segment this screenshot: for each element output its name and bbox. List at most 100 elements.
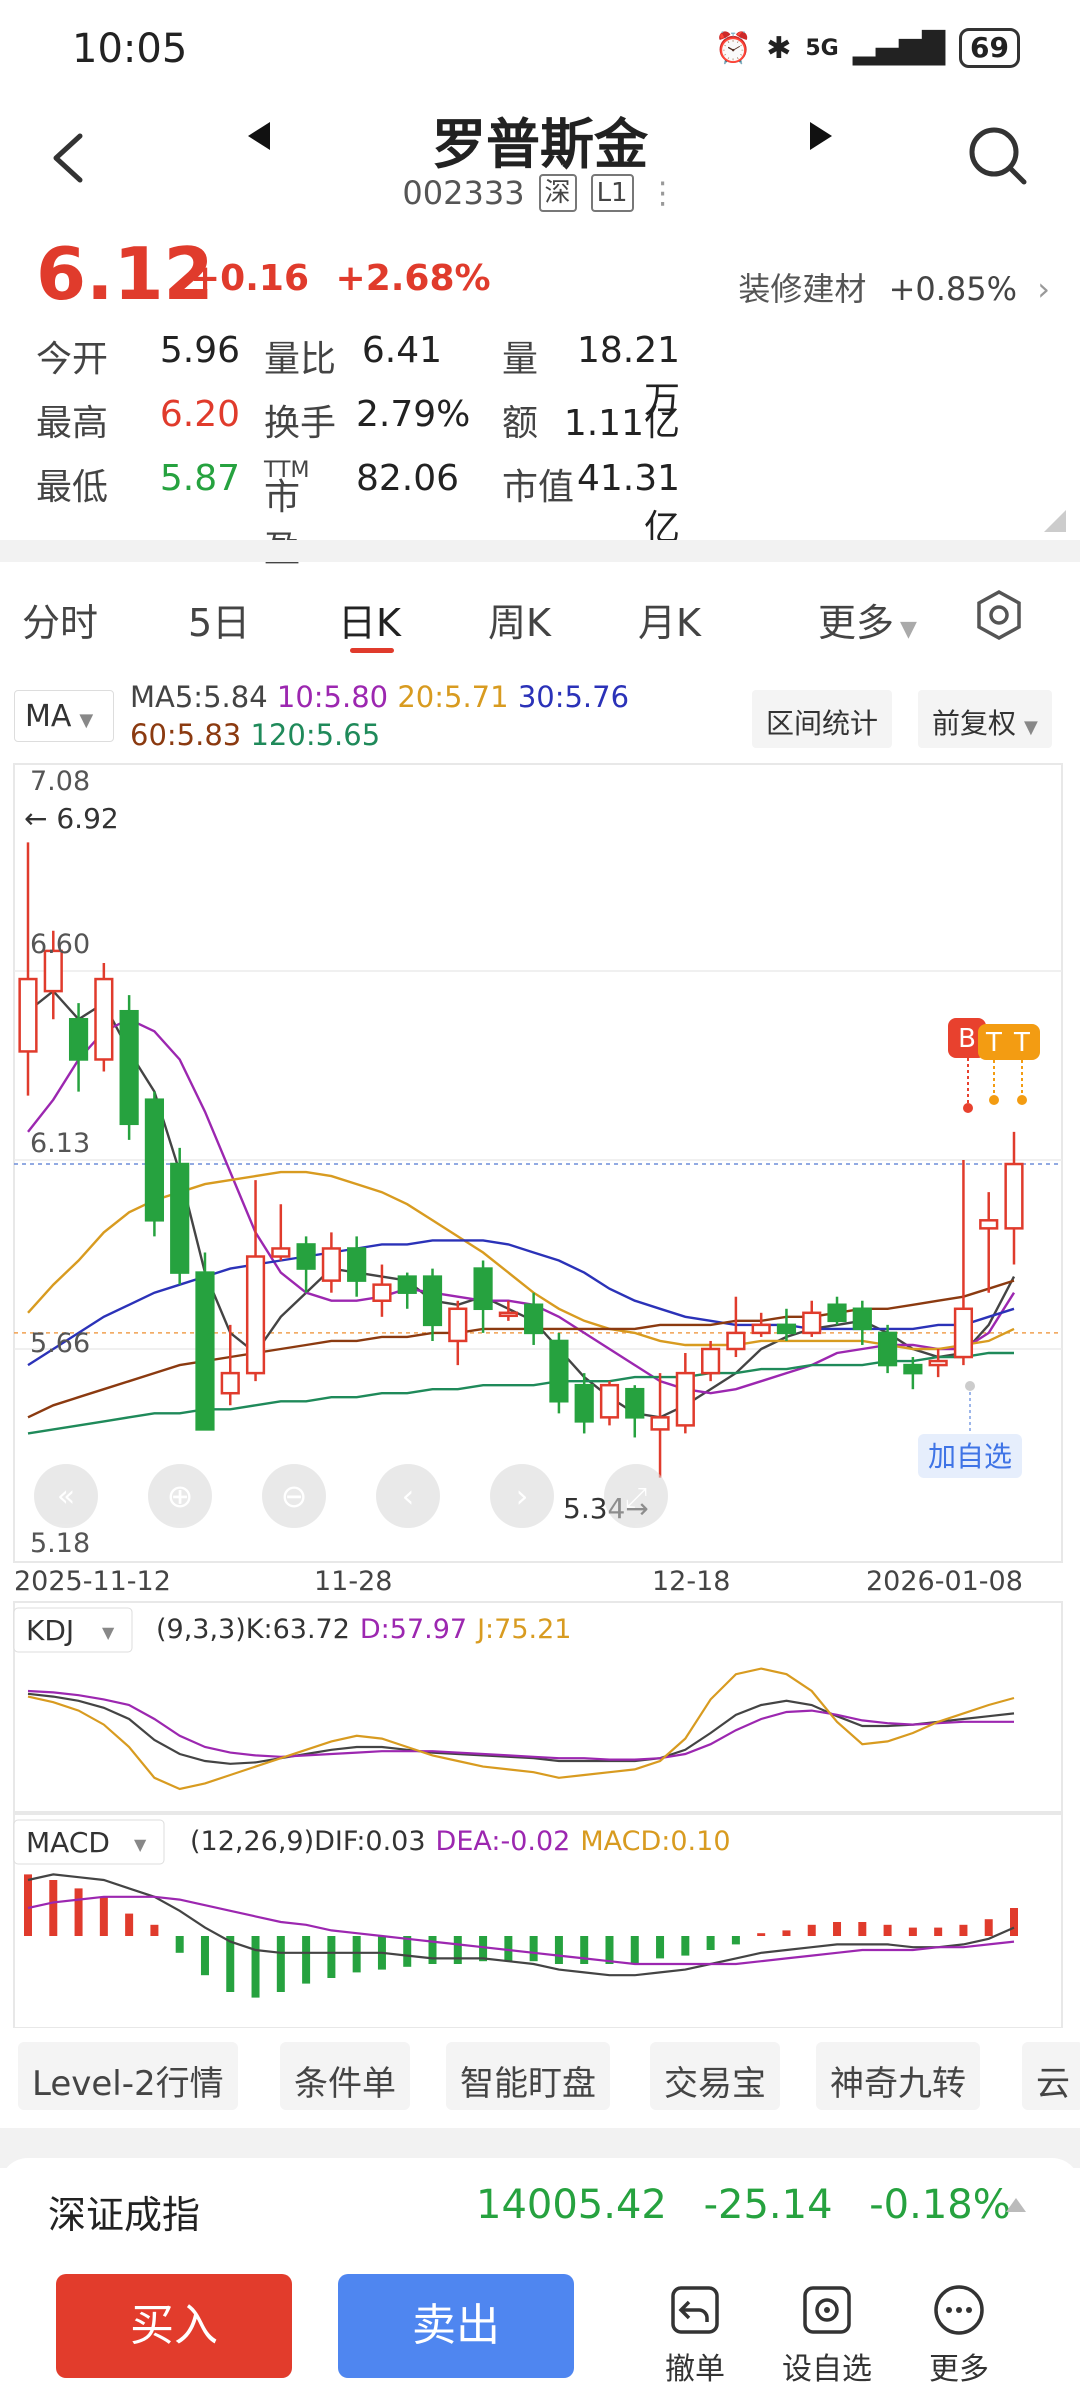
more-dots-icon[interactable]: ⋮ bbox=[648, 176, 678, 211]
candle bbox=[18, 842, 38, 1096]
sector-name: 装修建材 bbox=[738, 270, 867, 308]
y-tick-label: 7.08 bbox=[30, 766, 90, 797]
macd-bar bbox=[782, 1930, 791, 1936]
chip-conditional-order[interactable]: 条件单 bbox=[280, 2042, 410, 2110]
price-change: +0.16 +2.68% bbox=[190, 258, 491, 299]
open-value: 5.96 bbox=[159, 330, 240, 371]
tab-more[interactable]: 更多 ▼ bbox=[818, 592, 917, 647]
chip-trade-treasure[interactable]: 交易宝 bbox=[650, 2042, 780, 2110]
change-percent: +2.68% bbox=[335, 258, 491, 299]
tab-daily-k[interactable]: 日K bbox=[338, 592, 401, 647]
kdj-lines bbox=[27, 1667, 1015, 1791]
double-chevron-left-icon: « bbox=[57, 1479, 75, 1514]
chevron-right-icon: › bbox=[1037, 270, 1050, 308]
high-marker: ← 6.92 bbox=[24, 802, 119, 835]
kline-chart[interactable]: 7.08 6.60 6.13 5.66 5.18 ← 6.92 5.34→ « … bbox=[0, 758, 1080, 2028]
macd-bar bbox=[200, 1936, 209, 1976]
ma-select[interactable]: MA ▼ bbox=[14, 690, 114, 742]
next-stock-button[interactable] bbox=[800, 116, 840, 156]
pe-label: 市盈TTM bbox=[264, 458, 309, 570]
y-tick-label: 5.18 bbox=[30, 1528, 90, 1559]
stock-sub-info: 002333 深 L1 ⋮ bbox=[0, 174, 1080, 212]
network-label: 5G bbox=[805, 35, 839, 61]
macd-bar bbox=[833, 1922, 842, 1936]
index-ticker[interactable]: 深证成指 14005.42 -25.14 -0.18% bbox=[0, 2158, 1080, 2258]
open-label: 今开 bbox=[36, 339, 109, 380]
search-icon[interactable] bbox=[964, 122, 1030, 188]
adjust-button[interactable]: 前复权 ▼ bbox=[918, 690, 1052, 748]
chip-level2[interactable]: Level-2行情 bbox=[18, 2042, 238, 2110]
high-value: 6.20 bbox=[159, 394, 240, 435]
candle bbox=[448, 1300, 468, 1366]
ma-values-line2: 60:5.83 120:5.65 bbox=[130, 718, 380, 752]
cancel-order-button[interactable]: 撤单 bbox=[640, 2282, 750, 2388]
candle-body bbox=[524, 1303, 544, 1335]
macd-bar bbox=[276, 1936, 285, 1992]
set-watch-label: 设自选 bbox=[782, 2352, 872, 2387]
quote-grid: 今开 5.96 量比 6.41 量 18.21万 最高 6.20 换手 2.79… bbox=[36, 320, 1046, 570]
alarm-icon: ⏰ bbox=[714, 30, 753, 66]
chart-header: MA ▼ MA5:5.84 10:5.80 20:5.71 30:5.76 60:… bbox=[0, 676, 1080, 758]
turnover-value: 2.79% bbox=[356, 394, 471, 435]
sector-link[interactable]: 装修建材 +0.85% › bbox=[738, 264, 1050, 310]
candle-body bbox=[549, 1339, 569, 1403]
macd-bar bbox=[302, 1936, 311, 1984]
tab-5day[interactable]: 5日 bbox=[188, 592, 250, 647]
candle-body bbox=[144, 1098, 165, 1222]
candle-body bbox=[625, 1387, 645, 1419]
candle-body bbox=[195, 1271, 215, 1431]
cancel-order-icon bbox=[671, 2286, 719, 2334]
chip-cloud[interactable]: 云 bbox=[1022, 2042, 1080, 2110]
candle bbox=[372, 1264, 392, 1317]
candle bbox=[524, 1292, 544, 1345]
index-pct: -0.18% bbox=[869, 2182, 1011, 2228]
settings-hex-icon[interactable] bbox=[972, 588, 1026, 642]
candle bbox=[802, 1300, 822, 1337]
watch-marker-dot bbox=[965, 1381, 975, 1391]
quote-row: 最低 5.87 市盈TTM 82.06 市值 41.31亿 bbox=[36, 448, 1046, 570]
low-value: 5.87 bbox=[159, 458, 240, 499]
macd-bar bbox=[858, 1922, 867, 1936]
kdj-params: (9,3,3) bbox=[156, 1614, 246, 1645]
quote-panel: 6.12 +0.16 +2.68% 装修建材 +0.85% › 今开 5.96 … bbox=[0, 230, 1080, 570]
sell-button[interactable]: 卖出 bbox=[338, 2274, 574, 2378]
macd-dea: DEA:-0.02 bbox=[436, 1826, 571, 1857]
bluetooth-icon: ✱ bbox=[766, 30, 792, 66]
index-name: 深证成指 bbox=[48, 2193, 201, 2237]
macd-val: MACD:0.10 bbox=[580, 1826, 730, 1857]
pe-value: 82.06 bbox=[356, 458, 460, 499]
more-button[interactable]: 更多 bbox=[904, 2282, 1014, 2388]
ma60-value: 60:5.83 bbox=[130, 718, 242, 752]
candle bbox=[928, 1348, 948, 1378]
candle-body bbox=[372, 1283, 392, 1302]
set-watch-button[interactable]: 设自选 bbox=[772, 2282, 882, 2388]
expand-up-icon[interactable] bbox=[1006, 2198, 1026, 2212]
tab-weekly-k[interactable]: 周K bbox=[488, 592, 551, 647]
candle-body bbox=[802, 1311, 822, 1335]
stock-name: 罗普斯金 bbox=[432, 113, 648, 176]
expand-corner-icon[interactable] bbox=[1044, 510, 1066, 532]
candle bbox=[827, 1296, 847, 1325]
prev-stock-button[interactable] bbox=[240, 116, 280, 156]
candle-body bbox=[701, 1347, 721, 1375]
trade-signals[interactable]: B T T bbox=[948, 1018, 1040, 1113]
interval-stats-button[interactable]: 区间统计 bbox=[752, 690, 893, 748]
macd-bar bbox=[175, 1936, 184, 1953]
signal-icon: ▂▄▆█ bbox=[852, 30, 946, 66]
chip-smart-watch[interactable]: 智能盯盘 bbox=[446, 2042, 610, 2110]
kdj-select-label: KDJ bbox=[26, 1614, 74, 1647]
tab-monthly-k[interactable]: 月K bbox=[638, 592, 701, 647]
signal-t-label: T bbox=[1013, 1028, 1030, 1058]
amount-label: 额 bbox=[502, 403, 539, 444]
macd-bar bbox=[554, 1936, 563, 1964]
buy-button[interactable]: 买入 bbox=[56, 2274, 292, 2378]
tab-intraday[interactable]: 分时 bbox=[22, 592, 98, 647]
high-label: 最高 bbox=[36, 403, 109, 444]
current-price: 6.12 bbox=[36, 232, 214, 316]
chip-magic-nine[interactable]: 神奇九转 bbox=[816, 2042, 980, 2110]
chevron-down-icon: ▼ bbox=[134, 1835, 147, 1854]
level-tag: L1 bbox=[590, 174, 634, 212]
macd-bar bbox=[934, 1927, 943, 1936]
battery-icon: 69 bbox=[959, 28, 1020, 68]
kdj-k-line bbox=[27, 1692, 1015, 1765]
